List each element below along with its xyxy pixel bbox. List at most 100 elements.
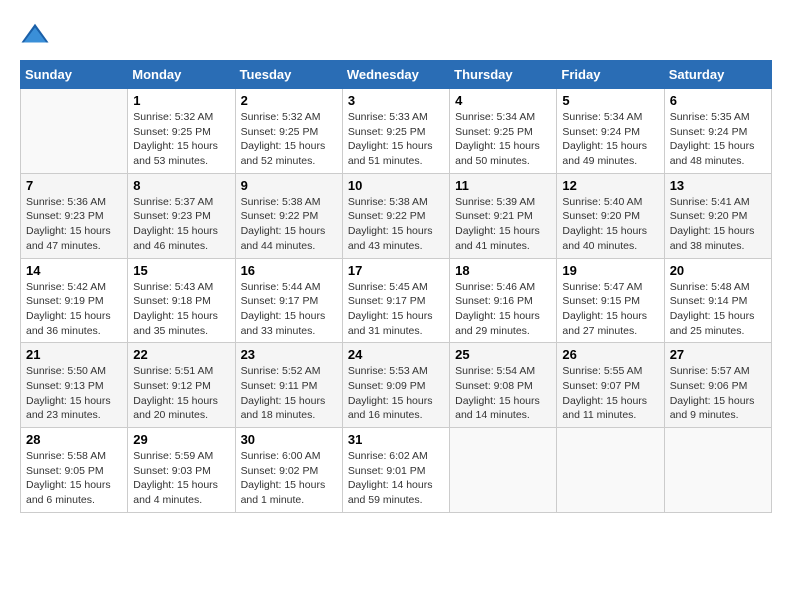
day-info: Sunrise: 5:34 AM Sunset: 9:24 PM Dayligh… (562, 110, 658, 169)
calendar-header: SundayMondayTuesdayWednesdayThursdayFrid… (21, 61, 772, 89)
calendar-cell: 15Sunrise: 5:43 AM Sunset: 9:18 PM Dayli… (128, 258, 235, 343)
calendar-cell: 4Sunrise: 5:34 AM Sunset: 9:25 PM Daylig… (450, 89, 557, 174)
calendar-cell (21, 89, 128, 174)
day-info: Sunrise: 5:33 AM Sunset: 9:25 PM Dayligh… (348, 110, 444, 169)
day-info: Sunrise: 6:02 AM Sunset: 9:01 PM Dayligh… (348, 449, 444, 508)
day-info: Sunrise: 5:42 AM Sunset: 9:19 PM Dayligh… (26, 280, 122, 339)
day-number: 31 (348, 432, 444, 447)
day-info: Sunrise: 5:36 AM Sunset: 9:23 PM Dayligh… (26, 195, 122, 254)
calendar-cell: 27 Sunrise: 5:57 AM Sunset: 9:06 PM Dayli… (664, 343, 771, 428)
day-info: Sunrise: 5:35 AM Sunset: 9:24 PM Dayligh… (670, 110, 766, 169)
day-number: 14 (26, 263, 122, 278)
day-info: Sunrise: 5:39 AM Sunset: 9:21 PM Dayligh… (455, 195, 551, 254)
day-number: 3 (348, 93, 444, 108)
day-number: 10 (348, 178, 444, 193)
calendar-cell: 13 Sunrise: 5:41 AM Sunset: 9:20 PM Dayli… (664, 173, 771, 258)
day-info: Sunrise: 5:51 AM Sunset: 9:12 PM Dayligh… (133, 364, 229, 423)
day-number: 9 (241, 178, 337, 193)
weekday-row: SundayMondayTuesdayWednesdayThursdayFrid… (21, 61, 772, 89)
day-info: Sunrise: 5:54 AM Sunset: 9:08 PM Dayligh… (455, 364, 551, 423)
day-info: Sunrise: 5:47 AM Sunset: 9:15 PM Dayligh… (562, 280, 658, 339)
weekday-header: Monday (128, 61, 235, 89)
calendar-cell: 17 Sunrise: 5:45 AM Sunset: 9:17 PM Dayli… (342, 258, 449, 343)
calendar-week-row: 1 Sunrise: 5:32 AM Sunset: 9:25 PM Daylig… (21, 89, 772, 174)
logo-icon (20, 20, 50, 50)
day-number: 19 (562, 263, 658, 278)
day-number: 1 (133, 93, 229, 108)
day-info: Sunrise: 5:40 AM Sunset: 9:20 PM Dayligh… (562, 195, 658, 254)
calendar-cell: 1 Sunrise: 5:32 AM Sunset: 9:25 PM Daylig… (128, 89, 235, 174)
day-number: 8 (133, 178, 229, 193)
calendar-cell: 12 Sunrise: 5:40 AM Sunset: 9:20 PM Dayli… (557, 173, 664, 258)
day-number: 2 (241, 93, 337, 108)
calendar-cell: 31 Sunrise: 6:02 AM Sunset: 9:01 PM Dayli… (342, 428, 449, 513)
calendar-week-row: 28 Sunrise: 5:58 AM Sunset: 9:05 PM Dayli… (21, 428, 772, 513)
calendar-cell: 16 Sunrise: 5:44 AM Sunset: 9:17 PM Dayli… (235, 258, 342, 343)
day-number: 23 (241, 347, 337, 362)
weekday-header: Tuesday (235, 61, 342, 89)
calendar-cell: 20 Sunrise: 5:48 AM Sunset: 9:14 PM Dayli… (664, 258, 771, 343)
calendar-cell: 23 Sunrise: 5:52 AM Sunset: 9:11 PM Dayli… (235, 343, 342, 428)
calendar-cell: 10 Sunrise: 5:38 AM Sunset: 9:22 PM Dayli… (342, 173, 449, 258)
day-info: Sunrise: 5:32 AM Sunset: 9:25 PM Dayligh… (133, 110, 229, 169)
day-info: Sunrise: 5:38 AM Sunset: 9:22 PM Dayligh… (348, 195, 444, 254)
day-number: 4 (455, 93, 551, 108)
day-info: Sunrise: 5:37 AM Sunset: 9:23 PM Dayligh… (133, 195, 229, 254)
logo (20, 20, 54, 50)
day-info: Sunrise: 5:55 AM Sunset: 9:07 PM Dayligh… (562, 364, 658, 423)
day-number: 17 (348, 263, 444, 278)
calendar-cell: 11Sunrise: 5:39 AM Sunset: 9:21 PM Dayli… (450, 173, 557, 258)
day-info: Sunrise: 5:45 AM Sunset: 9:17 PM Dayligh… (348, 280, 444, 339)
calendar-cell: 14 Sunrise: 5:42 AM Sunset: 9:19 PM Dayli… (21, 258, 128, 343)
day-number: 6 (670, 93, 766, 108)
calendar-cell: 28 Sunrise: 5:58 AM Sunset: 9:05 PM Dayli… (21, 428, 128, 513)
day-info: Sunrise: 5:44 AM Sunset: 9:17 PM Dayligh… (241, 280, 337, 339)
weekday-header: Wednesday (342, 61, 449, 89)
calendar-cell (664, 428, 771, 513)
day-info: Sunrise: 5:41 AM Sunset: 9:20 PM Dayligh… (670, 195, 766, 254)
day-number: 7 (26, 178, 122, 193)
calendar-cell: 7 Sunrise: 5:36 AM Sunset: 9:23 PM Daylig… (21, 173, 128, 258)
weekday-header: Sunday (21, 61, 128, 89)
calendar-week-row: 14 Sunrise: 5:42 AM Sunset: 9:19 PM Dayli… (21, 258, 772, 343)
day-info: Sunrise: 5:52 AM Sunset: 9:11 PM Dayligh… (241, 364, 337, 423)
day-number: 16 (241, 263, 337, 278)
day-info: Sunrise: 5:57 AM Sunset: 9:06 PM Dayligh… (670, 364, 766, 423)
day-number: 24 (348, 347, 444, 362)
calendar-cell: 21 Sunrise: 5:50 AM Sunset: 9:13 PM Dayli… (21, 343, 128, 428)
calendar-cell: 22Sunrise: 5:51 AM Sunset: 9:12 PM Dayli… (128, 343, 235, 428)
day-info: Sunrise: 5:46 AM Sunset: 9:16 PM Dayligh… (455, 280, 551, 339)
calendar-cell: 29 Sunrise: 5:59 AM Sunset: 9:03 PM Dayli… (128, 428, 235, 513)
calendar-week-row: 7 Sunrise: 5:36 AM Sunset: 9:23 PM Daylig… (21, 173, 772, 258)
calendar-cell: 26Sunrise: 5:55 AM Sunset: 9:07 PM Dayli… (557, 343, 664, 428)
calendar-body: 1 Sunrise: 5:32 AM Sunset: 9:25 PM Daylig… (21, 89, 772, 513)
day-number: 13 (670, 178, 766, 193)
calendar-cell: 9 Sunrise: 5:38 AM Sunset: 9:22 PM Daylig… (235, 173, 342, 258)
calendar-cell (557, 428, 664, 513)
day-number: 20 (670, 263, 766, 278)
day-number: 12 (562, 178, 658, 193)
weekday-header: Friday (557, 61, 664, 89)
calendar-cell: 8 Sunrise: 5:37 AM Sunset: 9:23 PM Daylig… (128, 173, 235, 258)
day-number: 5 (562, 93, 658, 108)
day-info: Sunrise: 5:48 AM Sunset: 9:14 PM Dayligh… (670, 280, 766, 339)
day-number: 28 (26, 432, 122, 447)
calendar-cell: 5 Sunrise: 5:34 AM Sunset: 9:24 PM Daylig… (557, 89, 664, 174)
calendar-table: SundayMondayTuesdayWednesdayThursdayFrid… (20, 60, 772, 513)
day-number: 21 (26, 347, 122, 362)
page-header (20, 20, 772, 50)
day-info: Sunrise: 5:59 AM Sunset: 9:03 PM Dayligh… (133, 449, 229, 508)
weekday-header: Thursday (450, 61, 557, 89)
day-info: Sunrise: 5:38 AM Sunset: 9:22 PM Dayligh… (241, 195, 337, 254)
day-info: Sunrise: 5:58 AM Sunset: 9:05 PM Dayligh… (26, 449, 122, 508)
calendar-cell (450, 428, 557, 513)
day-info: Sunrise: 5:50 AM Sunset: 9:13 PM Dayligh… (26, 364, 122, 423)
day-number: 25 (455, 347, 551, 362)
calendar-week-row: 21 Sunrise: 5:50 AM Sunset: 9:13 PM Dayli… (21, 343, 772, 428)
day-number: 29 (133, 432, 229, 447)
calendar-cell: 2Sunrise: 5:32 AM Sunset: 9:25 PM Daylig… (235, 89, 342, 174)
calendar-cell: 25 Sunrise: 5:54 AM Sunset: 9:08 PM Dayli… (450, 343, 557, 428)
day-number: 27 (670, 347, 766, 362)
calendar-cell: 3 Sunrise: 5:33 AM Sunset: 9:25 PM Daylig… (342, 89, 449, 174)
day-number: 15 (133, 263, 229, 278)
